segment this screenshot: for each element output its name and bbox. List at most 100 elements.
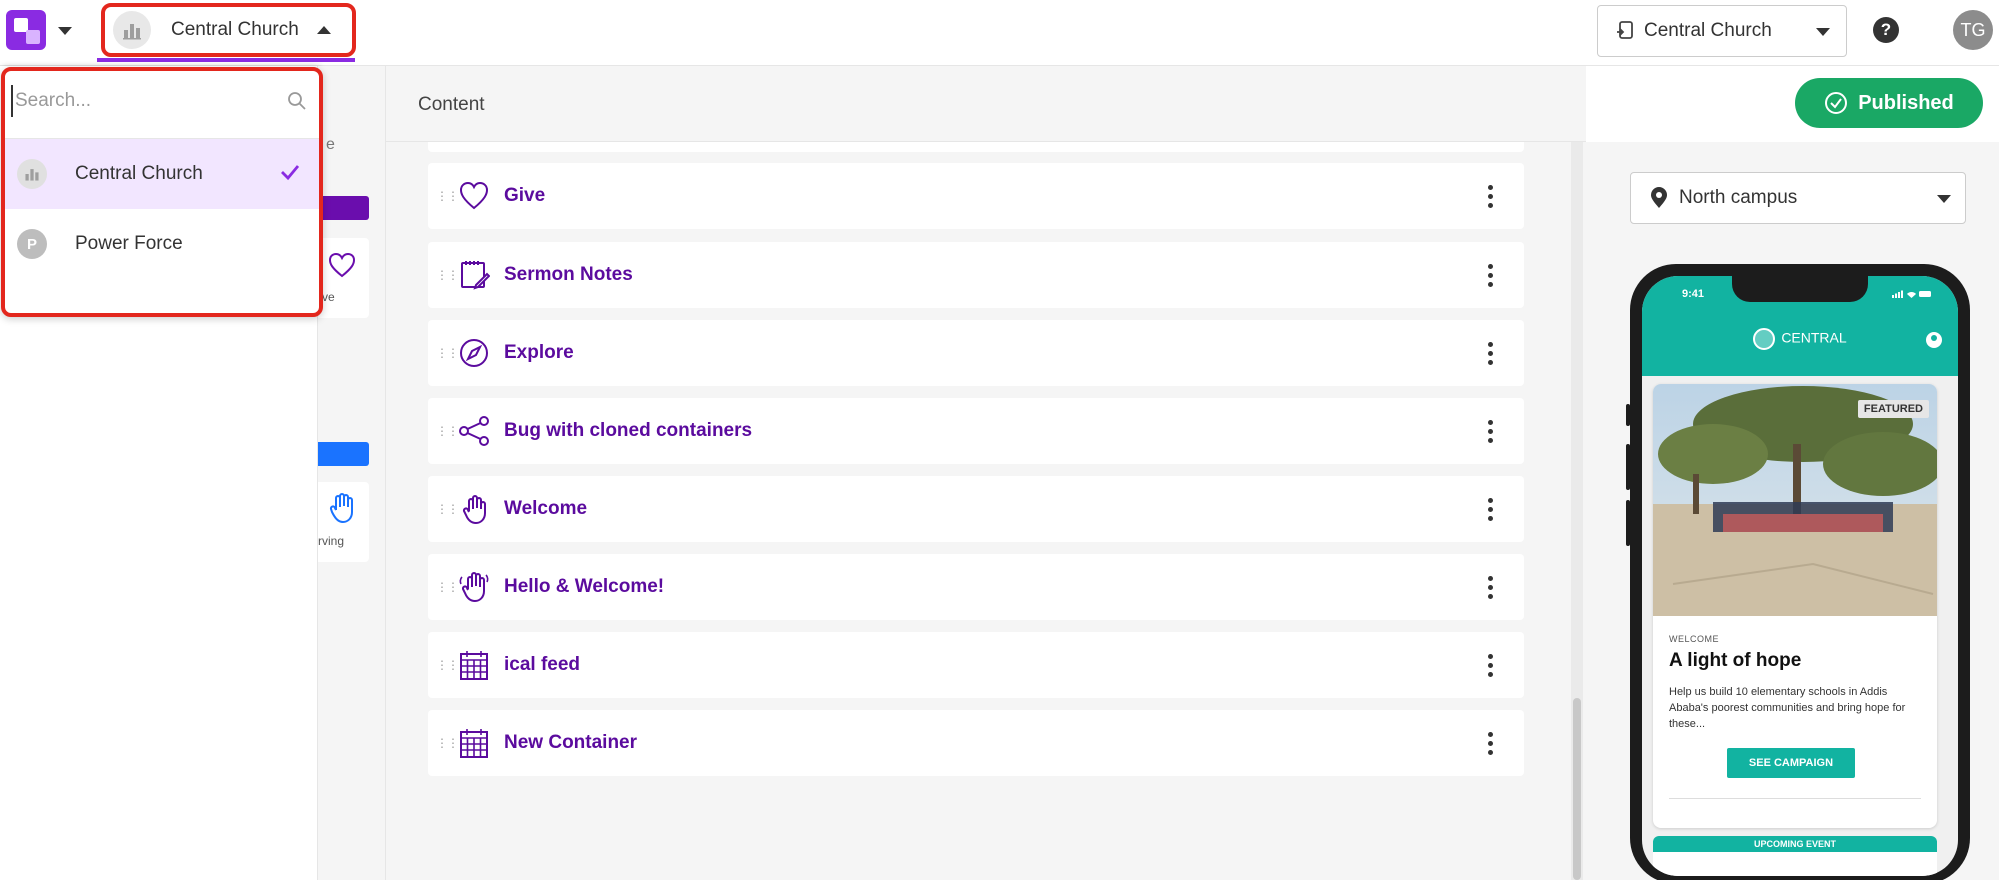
calendar-icon <box>460 651 488 680</box>
card-body: Help us build 10 elementary schools in A… <box>1669 686 1906 730</box>
list-item-label: New Container <box>504 732 638 753</box>
list-item[interactable]: ⋮⋮ Explore <box>428 320 1524 386</box>
more-options-icon[interactable] <box>1488 264 1494 288</box>
drag-handle-icon[interactable]: ⋮⋮ <box>436 659 459 671</box>
section-bar-blue[interactable] <box>318 442 369 466</box>
top-bar: Central Church Central Church ? TG <box>0 0 1999 66</box>
drag-handle-icon[interactable]: ⋮⋮ <box>436 503 459 515</box>
more-options-icon[interactable] <box>1488 185 1494 209</box>
org-option-central-church[interactable]: Central Church <box>5 139 319 209</box>
org-option-power-force[interactable]: P Power Force <box>5 209 319 279</box>
drag-handle-icon[interactable]: ⋮⋮ <box>436 190 459 202</box>
content-header: Content <box>386 66 1586 142</box>
hand-icon <box>329 493 353 524</box>
content-list: ⋮⋮ Give ⋮⋮ Sermon Notes ⋮⋮ Explore ⋮⋮ Bu… <box>426 142 1526 880</box>
list-item-label: Hello & Welcome! <box>504 576 665 597</box>
drag-handle-icon[interactable]: ⋮⋮ <box>436 347 459 359</box>
section-card-give[interactable]: ve <box>318 238 369 318</box>
list-item[interactable]: ⋮⋮ Welcome <box>428 476 1524 542</box>
more-options-icon[interactable] <box>1488 576 1494 600</box>
org-option-label: Central Church <box>75 163 203 184</box>
section-card-label: rving <box>318 534 345 548</box>
drag-handle-icon[interactable]: ⋮⋮ <box>436 425 459 437</box>
location-pin-icon <box>1651 187 1667 208</box>
published-button[interactable]: Published <box>1795 78 1983 128</box>
church-building-icon <box>113 11 151 49</box>
drag-handle-icon[interactable]: ⋮⋮ <box>436 269 459 281</box>
content-scrollbar[interactable] <box>1571 142 1583 880</box>
upcoming-event-label: UPCOMING EVENT <box>1653 836 1937 852</box>
phone-screen: 9:41 CENTRAL FEATURED WELCOME A light of… <box>1642 276 1958 876</box>
more-options-icon[interactable] <box>1488 342 1494 366</box>
page-title: Content <box>418 94 485 115</box>
list-item[interactable]: ⋮⋮ Hello & Welcome! <box>428 554 1524 620</box>
campus-selector[interactable]: Central Church <box>1597 5 1847 57</box>
card-title: A light of hope <box>1669 650 1802 671</box>
more-options-icon[interactable] <box>1488 654 1494 678</box>
list-item-label: Give <box>504 185 546 206</box>
list-item-label: Sermon Notes <box>504 264 633 285</box>
phone-brand: CENTRAL <box>1642 328 1958 350</box>
phone-preview: 9:41 CENTRAL FEATURED WELCOME A light of… <box>1626 264 1970 880</box>
share-icon <box>459 416 489 446</box>
user-icon <box>1926 332 1942 348</box>
help-icon[interactable]: ? <box>1873 17 1899 43</box>
upcoming-event-card: UPCOMING EVENT <box>1653 836 1937 876</box>
calendar-icon <box>460 729 488 758</box>
section-label-partial: e <box>326 136 335 153</box>
hand-icon <box>462 495 486 525</box>
phone-brand-name: CENTRAL <box>1781 329 1847 346</box>
compass-icon <box>460 339 488 367</box>
location-name: North campus <box>1679 187 1798 208</box>
list-item-label: ical feed <box>504 654 581 675</box>
drag-handle-icon[interactable]: ⋮⋮ <box>436 581 459 593</box>
see-campaign-button: SEE CAMPAIGN <box>1727 748 1855 778</box>
notes-icon <box>461 261 490 290</box>
list-item[interactable]: ⋮⋮ Give <box>428 163 1524 229</box>
brand-logo-icon <box>1753 328 1776 350</box>
scrollbar-thumb[interactable] <box>1573 698 1581 880</box>
hand-wave-icon <box>459 572 489 603</box>
section-card-label: ve <box>322 290 335 304</box>
featured-badge: FEATURED <box>1857 400 1929 418</box>
more-options-icon[interactable] <box>1488 732 1494 756</box>
divider <box>1669 798 1921 799</box>
list-item[interactable]: ⋮⋮ New Container <box>428 710 1524 776</box>
phone-notch <box>1732 276 1868 302</box>
featured-image <box>1653 384 1937 616</box>
org-name: Central Church <box>171 19 299 40</box>
org-switcher[interactable]: Central Church <box>101 3 356 57</box>
app-logo[interactable] <box>6 10 46 50</box>
chevron-down-icon <box>1937 195 1951 203</box>
list-item[interactable]: ⋮⋮ Bug with cloned containers <box>428 398 1524 464</box>
list-item[interactable]: ⋮⋮ ical feed <box>428 632 1524 698</box>
org-search <box>5 71 319 139</box>
more-options-icon[interactable] <box>1488 420 1494 444</box>
active-tab-indicator <box>97 58 355 62</box>
org-search-input[interactable] <box>11 85 281 117</box>
content-area: Content ⋮⋮ Give ⋮⋮ Sermon Notes ⋮⋮ Explo… <box>386 66 1586 880</box>
campus-name: Central Church <box>1644 20 1772 41</box>
sections-column: e ve rving <box>318 66 386 880</box>
card-section-label: WELCOME <box>1669 634 1720 644</box>
chevron-down-icon <box>1816 28 1830 36</box>
section-bar-purple[interactable] <box>318 196 369 220</box>
drag-handle-icon[interactable]: ⋮⋮ <box>436 737 459 749</box>
published-label: Published <box>1858 91 1954 114</box>
list-item-partial[interactable] <box>428 142 1524 152</box>
church-building-icon <box>17 159 47 189</box>
chevron-down-icon[interactable] <box>58 27 72 35</box>
list-item[interactable]: ⋮⋮ Sermon Notes <box>428 242 1524 308</box>
list-item-label: Explore <box>504 342 574 363</box>
search-icon <box>288 92 306 110</box>
check-icon <box>281 165 300 181</box>
more-options-icon[interactable] <box>1488 498 1494 522</box>
user-avatar[interactable]: TG <box>1953 10 1993 50</box>
org-avatar-letter: P <box>17 229 47 259</box>
org-dropdown: Central Church P Power Force <box>1 67 323 317</box>
list-item-label: Welcome <box>504 498 588 519</box>
featured-card: FEATURED WELCOME A light of hope Help us… <box>1653 384 1937 828</box>
location-selector[interactable]: North campus <box>1630 172 1966 224</box>
section-card-serving[interactable]: rving <box>318 482 369 562</box>
preview-panel: North campus 9:41 CENTRAL FEATURED WELCO… <box>1586 142 1999 880</box>
